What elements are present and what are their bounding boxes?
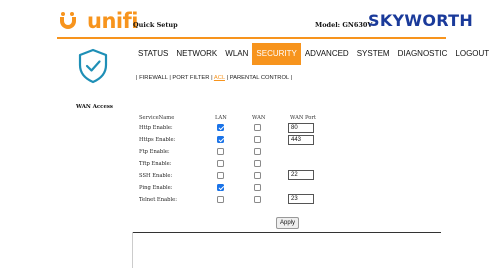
main-nav: STATUS NETWORK WLAN SECURITY ADVANCED SY… [134, 43, 493, 65]
content-divider [132, 232, 441, 233]
shield-check-icon [78, 48, 108, 84]
tftp-lan-checkbox[interactable] [217, 160, 224, 167]
row-label-telnet: Telnet Enable: [139, 197, 177, 203]
header-divider [57, 37, 446, 39]
ssh-wan-checkbox[interactable] [254, 172, 261, 179]
content-frame-edge [132, 232, 133, 268]
telnet-lan-checkbox[interactable] [217, 196, 224, 203]
telnet-wan-port-input[interactable]: 23 [288, 194, 314, 204]
row-label-ssh: SSH Enable: [139, 173, 173, 179]
row-label-tftp: Tftp Enable: [139, 161, 172, 167]
http-wan-checkbox[interactable] [254, 124, 261, 131]
tftp-wan-checkbox[interactable] [254, 160, 261, 167]
ping-lan-checkbox[interactable] [217, 184, 224, 191]
row-label-http: Http Enable: [139, 125, 173, 131]
subnav-acl[interactable]: ACL [214, 75, 225, 81]
ssh-wan-port-input[interactable]: 22 [288, 170, 314, 180]
unifi-logo: unifi [58, 9, 138, 33]
http-wan-port-input[interactable]: 80 [288, 123, 314, 133]
logo-text: unifi [87, 9, 138, 33]
row-label-ping: Ping Enable: [139, 185, 173, 191]
nav-logout[interactable]: LOGOUT [451, 43, 493, 65]
ftp-lan-checkbox[interactable] [217, 148, 224, 155]
subnav-parental-control[interactable]: | PARENTAL CONTROL | [227, 75, 293, 81]
nav-network[interactable]: NETWORK [172, 43, 221, 65]
https-lan-checkbox[interactable] [217, 136, 224, 143]
nav-wlan[interactable]: WLAN [221, 43, 252, 65]
nav-system[interactable]: SYSTEM [353, 43, 394, 65]
col-header-wan-port: WAN Port [290, 115, 316, 121]
telnet-wan-checkbox[interactable] [254, 196, 261, 203]
unifi-logo-mark-icon [58, 12, 84, 30]
https-wan-checkbox[interactable] [254, 136, 261, 143]
subnav-firewall[interactable]: | FIREWALL [136, 75, 168, 81]
quick-setup-link[interactable]: Quick Setup [133, 21, 178, 29]
nav-security[interactable]: SECURITY [252, 43, 301, 65]
col-header-wan: WAN [252, 115, 266, 121]
col-header-service: ServiceName [139, 115, 175, 121]
ftp-wan-checkbox[interactable] [254, 148, 261, 155]
row-label-ftp: Ftp Enable: [139, 149, 170, 155]
row-label-https: Https Enable: [139, 137, 176, 143]
http-lan-checkbox[interactable] [217, 124, 224, 131]
sidebar-item-wan-access[interactable]: WAN Access [76, 104, 113, 110]
skyworth-logo: SKYWORTH [368, 11, 474, 30]
nav-status[interactable]: STATUS [134, 43, 172, 65]
ssh-lan-checkbox[interactable] [217, 172, 224, 179]
ping-wan-checkbox[interactable] [254, 184, 261, 191]
col-header-lan: LAN [215, 115, 227, 121]
subnav-port-filter[interactable]: | PORT FILTER | [169, 75, 212, 81]
apply-button[interactable]: Apply [276, 217, 299, 229]
nav-advanced[interactable]: ADVANCED [301, 43, 353, 65]
security-subnav: | FIREWALL | PORT FILTER | ACL | PARENTA… [136, 75, 292, 81]
nav-diagnostic[interactable]: DIAGNOSTIC [394, 43, 452, 65]
https-wan-port-input[interactable]: 443 [288, 135, 314, 145]
model-label: Model: GN630V [315, 21, 373, 29]
